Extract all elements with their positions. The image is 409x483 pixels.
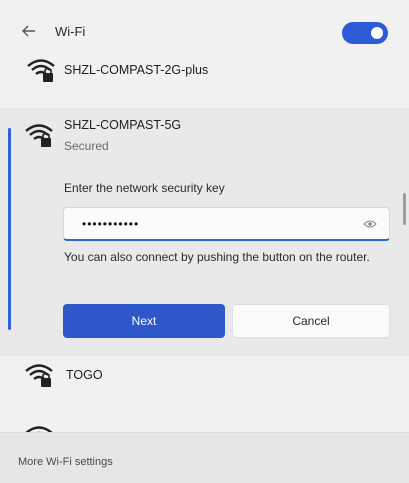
helper-text: You can also connect by pushing the butt… (64, 250, 370, 264)
toggle-knob (371, 27, 383, 39)
next-button[interactable]: Next (63, 304, 225, 338)
back-button[interactable] (18, 20, 40, 42)
wifi-flyout: Wi-Fi SHZL-COMPAST-2G-plus SHZL-COMPAST-… (0, 0, 409, 483)
footer: More Wi-Fi settings (0, 432, 409, 483)
network-item[interactable]: TOGO (0, 358, 409, 398)
network-item[interactable]: SHZL-COMPAST-2G-plus (0, 52, 409, 92)
scrollbar-thumb[interactable] (403, 193, 406, 225)
password-value: ••••••••••• (82, 217, 140, 231)
network-name: TOGO (66, 368, 103, 382)
selection-indicator (8, 128, 11, 330)
wifi-secured-icon (25, 364, 53, 387)
cancel-button[interactable]: Cancel (232, 304, 390, 338)
network-name: SHZL-COMPAST-5G (64, 118, 182, 132)
network-item-expanded: SHZL-COMPAST-5G Secured Enter the networ… (0, 108, 409, 356)
more-wifi-settings-link[interactable]: More Wi-Fi settings (18, 456, 113, 468)
network-status: Secured (64, 139, 109, 153)
wifi-header: Wi-Fi (0, 0, 409, 58)
wifi-toggle[interactable] (342, 22, 388, 44)
network-name: SHZL-COMPAST-2G-plus (64, 63, 209, 77)
security-key-input[interactable]: ••••••••••• (63, 207, 390, 241)
reveal-password-icon[interactable] (363, 219, 377, 229)
wifi-secured-icon (25, 124, 53, 147)
page-title: Wi-Fi (55, 24, 86, 39)
wifi-secured-icon (27, 59, 55, 82)
back-arrow-icon (22, 25, 35, 37)
security-key-label: Enter the network security key (64, 181, 225, 195)
